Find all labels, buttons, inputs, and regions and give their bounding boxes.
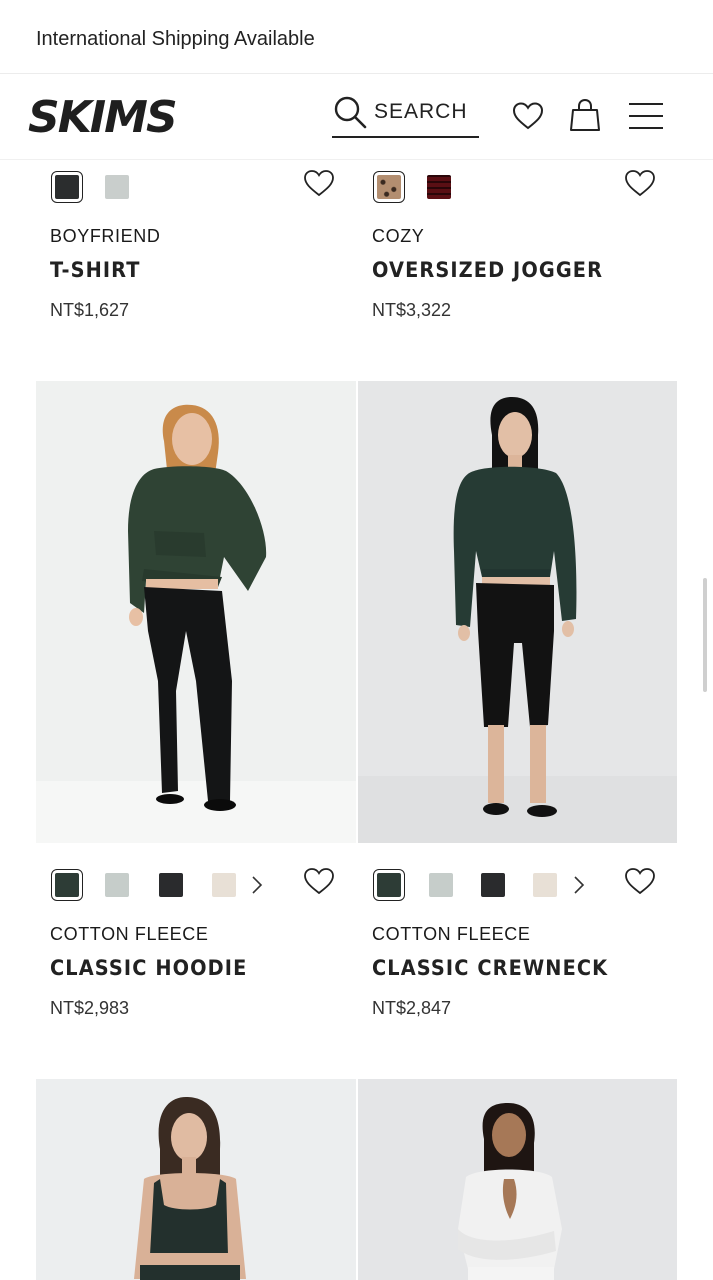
- color-swatch[interactable]: [159, 873, 183, 897]
- color-swatch[interactable]: [427, 175, 451, 199]
- swatch-leopard-print: [377, 175, 401, 199]
- menu-hamburger-icon[interactable]: [628, 102, 664, 135]
- product-title[interactable]: T-SHIRT: [50, 258, 141, 282]
- chevron-right-icon[interactable]: [572, 875, 586, 895]
- product-title[interactable]: CLASSIC HOODIE: [50, 956, 247, 980]
- product-image-crewneck[interactable]: [358, 381, 677, 843]
- color-swatch-selected[interactable]: [373, 171, 405, 203]
- product-subtitle: COTTON FLEECE: [372, 924, 531, 944]
- wishlist-heart-icon[interactable]: [512, 100, 544, 137]
- product-title[interactable]: OVERSIZED JOGGER: [372, 258, 603, 282]
- site-header: SKIMS SEARCH: [0, 74, 713, 160]
- product-title[interactable]: CLASSIC CREWNECK: [372, 956, 608, 980]
- color-swatch[interactable]: [429, 873, 453, 897]
- product-price: NT$2,983: [50, 998, 130, 1018]
- product-price: NT$1,627: [50, 300, 130, 320]
- product-price: NT$3,322: [372, 300, 452, 320]
- color-swatch[interactable]: [481, 873, 505, 897]
- skims-logo[interactable]: SKIMS: [28, 92, 204, 143]
- scrollbar[interactable]: [703, 578, 707, 692]
- color-swatch[interactable]: [533, 873, 557, 897]
- color-swatch[interactable]: [212, 873, 236, 897]
- color-swatch-selected[interactable]: [51, 171, 83, 203]
- product-image-lace-top[interactable]: [358, 1079, 677, 1280]
- chevron-right-icon[interactable]: [250, 875, 264, 895]
- color-swatch-selected[interactable]: [51, 869, 83, 901]
- announcement-text: International Shipping Available: [36, 28, 315, 50]
- search-icon: [334, 96, 367, 129]
- swatch-color: [377, 873, 401, 897]
- product-image-tank[interactable]: [36, 1079, 356, 1280]
- swatch-color: [55, 175, 79, 199]
- announcement-bar: International Shipping Available: [0, 0, 713, 74]
- product-price: NT$2,847: [372, 998, 452, 1018]
- product-subtitle: BOYFRIEND: [50, 226, 161, 246]
- color-swatch-selected[interactable]: [373, 869, 405, 901]
- search-label: SEARCH: [374, 100, 468, 123]
- swatch-color: [55, 873, 79, 897]
- color-swatch[interactable]: [105, 175, 129, 199]
- search-button[interactable]: SEARCH: [332, 94, 479, 138]
- add-to-wishlist-heart-icon[interactable]: [303, 168, 335, 198]
- shopping-bag-icon[interactable]: [568, 98, 602, 137]
- product-image-hoodie[interactable]: [36, 381, 356, 843]
- logo-wordmark: SKIMS: [28, 94, 176, 138]
- color-swatch[interactable]: [105, 873, 129, 897]
- add-to-wishlist-heart-icon[interactable]: [303, 866, 335, 896]
- product-subtitle: COTTON FLEECE: [50, 924, 209, 944]
- add-to-wishlist-heart-icon[interactable]: [624, 168, 656, 198]
- product-subtitle: COZY: [372, 226, 425, 246]
- add-to-wishlist-heart-icon[interactable]: [624, 866, 656, 896]
